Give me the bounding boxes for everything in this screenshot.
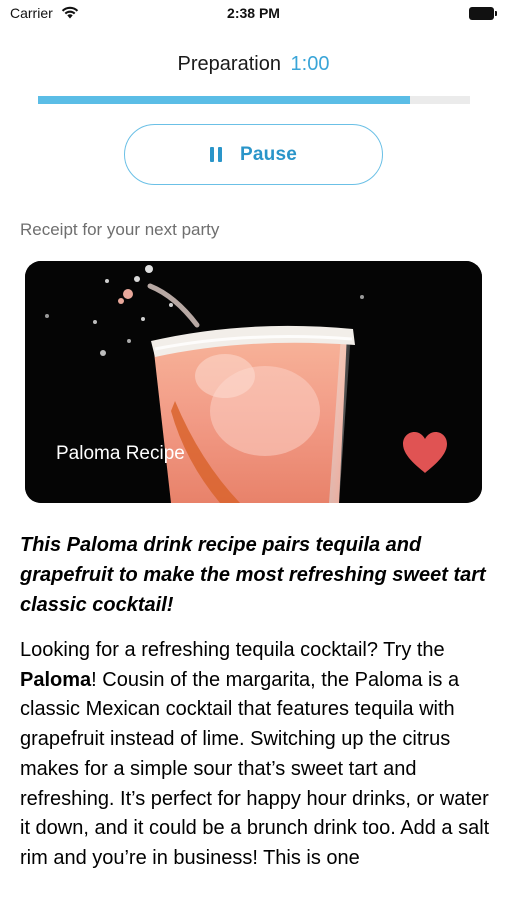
preparation-time: 1:00 (290, 53, 330, 75)
article-body: Looking for a refreshing tequila cocktai… (20, 636, 495, 874)
section-subtitle: Receipt for your next party (20, 220, 220, 239)
recipe-card[interactable]: Paloma Recipe (25, 261, 482, 503)
pause-icon (210, 147, 222, 162)
article-body-part1: Looking for a refreshing tequila cocktai… (20, 639, 445, 661)
article-body-bold: Paloma (20, 668, 92, 691)
preparation-label: Preparation (177, 53, 281, 75)
preparation-progress-bar (38, 96, 470, 104)
status-bar: Carrier 2:38 PM (0, 0, 507, 30)
status-time: 2:38 PM (227, 5, 280, 21)
favorite-heart-icon[interactable] (401, 431, 449, 475)
recipe-card-title: Paloma Recipe (56, 443, 185, 464)
preparation-progress-fill (38, 96, 410, 104)
pause-button[interactable]: Pause (124, 124, 383, 185)
pause-button-label: Pause (240, 143, 297, 165)
battery-icon (469, 7, 497, 20)
preparation-timer: Preparation 1:00 (0, 53, 507, 76)
article-lead: This Paloma drink recipe pairs tequila a… (20, 534, 486, 616)
article-body-part2: ! Cousin of the margarita, the Paloma is… (20, 668, 490, 869)
